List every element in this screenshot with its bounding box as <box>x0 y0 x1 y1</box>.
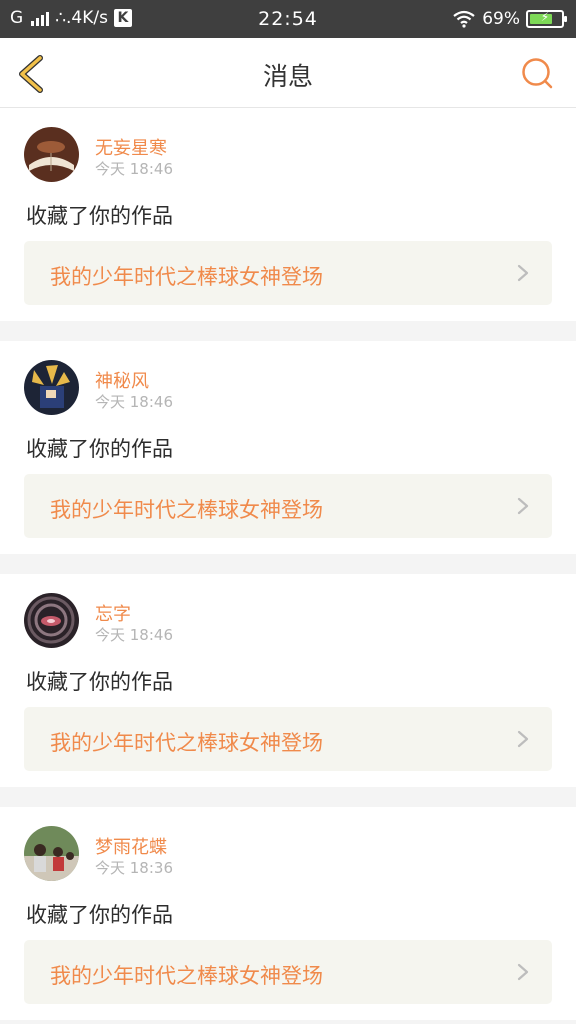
action-text: 收藏了你的作品 <box>26 437 173 461</box>
battery-icon: ⚡ <box>526 10 567 28</box>
status-right: 69% ⚡ <box>452 9 567 29</box>
chevron-right-icon <box>517 497 529 515</box>
avatar[interactable] <box>24 593 79 648</box>
chevron-right-icon <box>517 730 529 748</box>
username[interactable]: 忘字 <box>95 600 131 626</box>
wifi-icon <box>453 10 475 28</box>
chevron-right-icon <box>517 963 529 981</box>
message-card: 神秘风 今天 18:46 收藏了你的作品 我的少年时代之棒球女神登场 <box>0 341 576 554</box>
avatar[interactable] <box>24 826 79 881</box>
work-title: 我的少年时代之棒球女神登场 <box>50 964 323 988</box>
username[interactable]: 神秘风 <box>95 367 149 393</box>
battery-percent: 69% <box>482 9 520 29</box>
action-text: 收藏了你的作品 <box>26 204 173 228</box>
work-title: 我的少年时代之棒球女神登场 <box>50 731 323 755</box>
avatar[interactable] <box>24 127 79 182</box>
work-title: 我的少年时代之棒球女神登场 <box>50 265 323 289</box>
message-time: 今天 18:36 <box>95 859 173 877</box>
message-card: 梦雨花蝶 今天 18:36 收藏了你的作品 我的少年时代之棒球女神登场 <box>0 807 576 1020</box>
message-time: 今天 18:46 <box>95 393 173 411</box>
app-header: 消息 <box>0 38 576 108</box>
message-time: 今天 18:46 <box>95 626 173 644</box>
chevron-right-icon <box>517 264 529 282</box>
work-link[interactable]: 我的少年时代之棒球女神登场 <box>24 940 552 1004</box>
work-link[interactable]: 我的少年时代之棒球女神登场 <box>24 474 552 538</box>
message-time: 今天 18:46 <box>95 160 173 178</box>
action-text: 收藏了你的作品 <box>26 670 173 694</box>
status-bar: G ∴.4K/s K 22:54 69% ⚡ <box>0 0 576 38</box>
work-title: 我的少年时代之棒球女神登场 <box>50 498 323 522</box>
action-text: 收藏了你的作品 <box>26 903 173 927</box>
message-card: 忘字 今天 18:46 收藏了你的作品 我的少年时代之棒球女神登场 <box>0 574 576 787</box>
username[interactable]: 无妄星寒 <box>95 134 167 160</box>
avatar[interactable] <box>24 360 79 415</box>
work-link[interactable]: 我的少年时代之棒球女神登场 <box>24 241 552 305</box>
message-card: 无妄星寒 今天 18:46 收藏了你的作品 我的少年时代之棒球女神登场 <box>0 108 576 321</box>
page-title: 消息 <box>262 62 313 91</box>
search-icon[interactable] <box>520 56 554 90</box>
work-link[interactable]: 我的少年时代之棒球女神登场 <box>24 707 552 771</box>
username[interactable]: 梦雨花蝶 <box>95 833 167 859</box>
